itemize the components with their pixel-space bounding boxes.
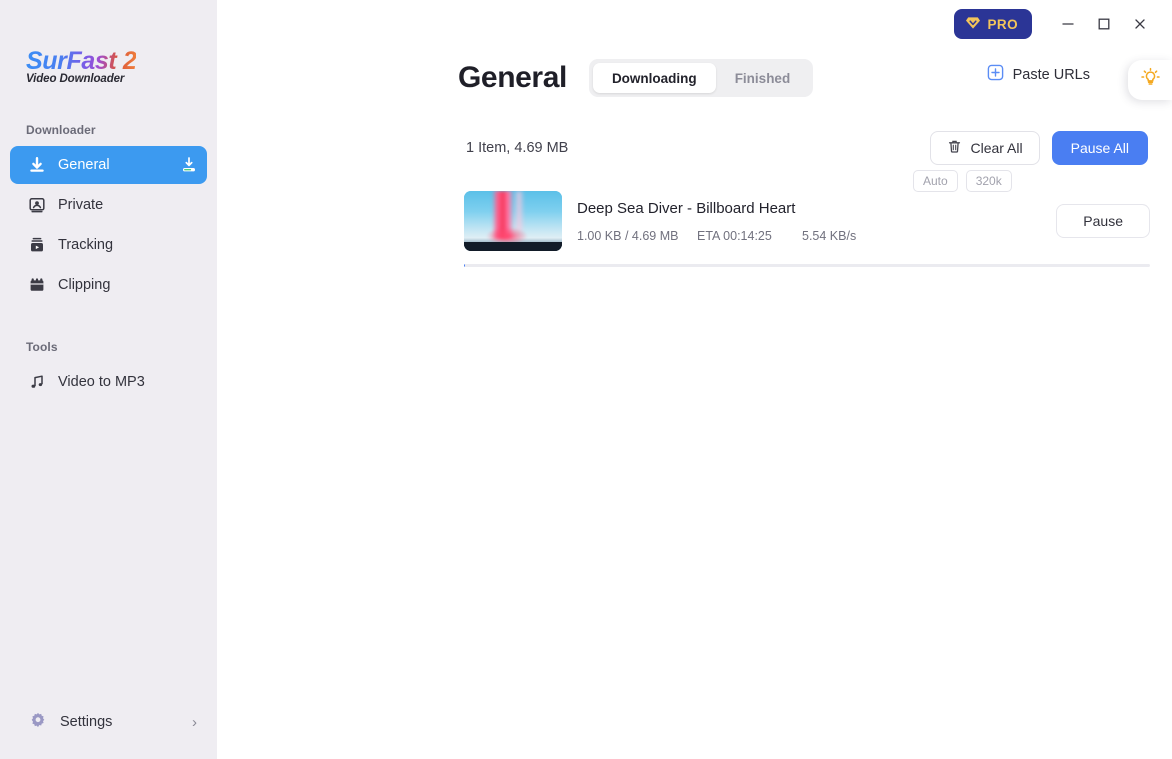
- download-list: Deep Sea Diver - Billboard Heart 1.00 KB…: [217, 170, 1172, 267]
- pause-all-button[interactable]: Pause All: [1051, 131, 1148, 165]
- sidebar-item-label: Private: [58, 197, 104, 214]
- main-content: PRO General Downloading Finished Paste U…: [217, 0, 1172, 759]
- sidebar-item-tracking[interactable]: Tracking: [10, 226, 207, 264]
- download-eta: ETA 00:14:25: [697, 228, 772, 243]
- sidebar-section-tools: Tools: [26, 340, 58, 355]
- badge-quality-auto: Auto: [913, 170, 958, 192]
- pro-label: PRO: [987, 16, 1018, 32]
- download-size: 1.00 KB / 4.69 MB: [577, 228, 679, 243]
- pro-button[interactable]: PRO: [953, 9, 1032, 39]
- sidebar-nav-downloader: General Private Tracking Clipping: [0, 146, 217, 306]
- list-toolbar: 1 Item, 4.69 MB Clear All Pause All: [217, 128, 1172, 168]
- paste-urls-button[interactable]: Paste URLs: [983, 58, 1094, 91]
- chevron-right-icon: ›: [192, 713, 197, 731]
- maximize-icon[interactable]: [1086, 9, 1122, 39]
- sidebar-item-label: Video to MP3: [58, 374, 145, 391]
- paste-urls-label: Paste URLs: [1012, 66, 1090, 83]
- album-art-thumbnail: [464, 191, 562, 251]
- trash-icon: [947, 139, 962, 157]
- sidebar-footer: Settings ›: [0, 703, 217, 759]
- download-speed: 5.54 KB/s: [802, 228, 857, 243]
- sidebar-item-video-to-mp3[interactable]: Video to MP3: [10, 363, 207, 401]
- tab-finished[interactable]: Finished: [716, 63, 810, 93]
- tips-lightbulb-button[interactable]: [1128, 60, 1172, 100]
- badge-bitrate: 320k: [965, 170, 1012, 192]
- gear-icon: [29, 711, 47, 733]
- minimize-icon[interactable]: [1050, 9, 1086, 39]
- tab-downloading[interactable]: Downloading: [592, 63, 716, 93]
- sidebar: SurFast 2 Video Downloader Downloader Ge…: [0, 0, 217, 759]
- download-progress-bar: [464, 264, 1150, 267]
- diamond-icon: [965, 16, 981, 33]
- brand-subtitle: Video Downloader: [26, 73, 125, 86]
- sidebar-item-label: General: [58, 157, 110, 174]
- sidebar-item-label: Clipping: [58, 277, 111, 294]
- page-header: General Downloading Finished Paste URLs: [217, 50, 1172, 106]
- sidebar-nav-tools: Video to MP3: [0, 363, 217, 403]
- download-badges: Auto 320k: [913, 170, 1012, 192]
- private-person-icon: [27, 196, 46, 215]
- download-item-info: Deep Sea Diver - Billboard Heart 1.00 KB…: [577, 200, 913, 243]
- tracking-video-icon: [27, 236, 46, 255]
- pause-item-button[interactable]: Pause: [1056, 204, 1150, 238]
- brand-name: SurFast 2: [26, 47, 137, 75]
- close-icon[interactable]: [1122, 9, 1158, 39]
- title-bar: PRO: [217, 0, 1172, 48]
- music-note-icon: [27, 373, 46, 392]
- sidebar-item-general[interactable]: General: [10, 146, 207, 185]
- lightbulb-icon: [1140, 67, 1161, 93]
- page-title: General: [458, 61, 567, 94]
- sidebar-item-settings[interactable]: Settings ›: [10, 703, 207, 741]
- sidebar-item-clipping[interactable]: Clipping: [10, 266, 207, 304]
- sidebar-item-label: Tracking: [58, 237, 114, 254]
- clear-all-label: Clear All: [970, 140, 1023, 156]
- toolbar-actions: Clear All Pause All: [930, 131, 1148, 165]
- thumbnail-horizon: [464, 242, 562, 251]
- plus-square-icon: [987, 64, 1004, 85]
- download-item-actions: Pause: [1056, 204, 1150, 238]
- app-window: SurFast 2 Video Downloader Downloader Ge…: [0, 0, 1172, 759]
- download-item-row: Deep Sea Diver - Billboard Heart 1.00 KB…: [464, 170, 1150, 252]
- header-actions: Paste URLs: [983, 58, 1094, 91]
- tab-switcher: Downloading Finished: [588, 59, 814, 97]
- sidebar-item-private[interactable]: Private: [10, 186, 207, 224]
- thumbnail-light-beam-secondary: [514, 191, 524, 231]
- download-arrow-icon: [27, 156, 46, 175]
- sidebar-section-downloader: Downloader: [26, 123, 96, 138]
- app-logo: SurFast 2 Video Downloader: [0, 0, 217, 86]
- download-item: Deep Sea Diver - Billboard Heart 1.00 KB…: [464, 170, 1150, 267]
- clipping-film-icon: [27, 276, 46, 295]
- clear-all-button[interactable]: Clear All: [930, 131, 1040, 165]
- item-count-summary: 1 Item, 4.69 MB: [466, 140, 569, 156]
- download-item-meta: 1.00 KB / 4.69 MB ETA 00:14:25 5.54 KB/s: [577, 229, 913, 243]
- download-progress-icon: [179, 155, 199, 175]
- download-item-title: Deep Sea Diver - Billboard Heart: [577, 199, 796, 217]
- settings-label: Settings: [60, 714, 113, 730]
